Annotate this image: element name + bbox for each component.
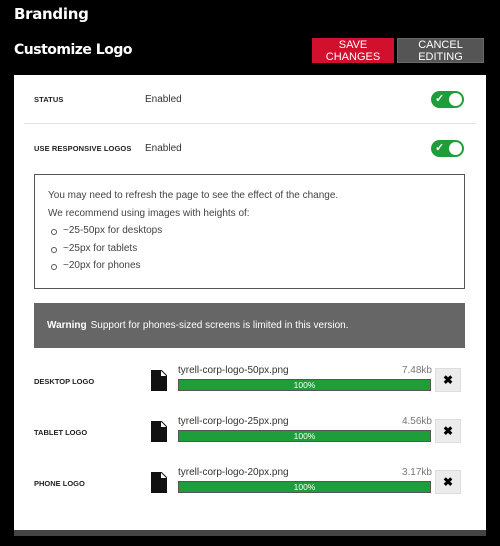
desktop-logo-progress: 100%: [178, 379, 431, 391]
close-icon: ✖: [442, 475, 454, 489]
file-icon: [151, 472, 167, 493]
save-changes-button[interactable]: SAVE CHANGES: [312, 38, 394, 63]
responsive-logos-toggle[interactable]: ✓: [431, 140, 464, 157]
desktop-logo-label: DESKTOP LOGO: [34, 377, 95, 386]
panel-bottom-edge: [14, 530, 486, 536]
warning-title: Warning: [47, 320, 87, 331]
file-icon: [151, 421, 167, 442]
info-line-recommend: We recommend using images with heights o…: [48, 207, 250, 219]
page-title: Branding: [14, 5, 89, 23]
phone-logo-filesize: 3.17kb: [401, 467, 432, 478]
responsive-logos-label: USE RESPONSIVE LOGOS: [34, 144, 132, 153]
toggle-knob: [449, 142, 462, 155]
status-toggle[interactable]: ✓: [431, 91, 464, 108]
desktop-logo-row: DESKTOP LOGO tyrell-corp-logo-50px.png 7…: [14, 365, 486, 400]
desktop-logo-filename: tyrell-corp-logo-50px.png: [178, 365, 289, 376]
list-item: ~25px for tablets: [48, 240, 451, 258]
section-title: Customize Logo: [14, 42, 132, 58]
divider: [24, 123, 476, 124]
status-value: Enabled: [145, 94, 182, 105]
info-line-refresh: You may need to refresh the page to see …: [48, 190, 339, 201]
tablet-logo-remove-button[interactable]: ✖: [435, 419, 461, 443]
phone-logo-label: PHONE LOGO: [34, 479, 85, 488]
list-item: ~25-50px for desktops: [48, 222, 451, 240]
recommendation-list: ~25-50px for desktops ~25px for tablets …: [48, 222, 451, 275]
tablet-logo-progress: 100%: [178, 430, 431, 442]
phone-logo-progress: 100%: [178, 481, 431, 493]
tablet-logo-filesize: 4.56kb: [401, 416, 432, 427]
tablet-logo-row: TABLET LOGO tyrell-corp-logo-25px.png 4.…: [14, 416, 486, 451]
phone-logo-filename: tyrell-corp-logo-20px.png: [178, 467, 289, 478]
file-icon: [151, 370, 167, 391]
tablet-logo-label: TABLET LOGO: [34, 428, 88, 437]
list-item: ~20px for phones: [48, 257, 451, 275]
close-icon: ✖: [442, 424, 454, 438]
info-box: You may need to refresh the page to see …: [34, 174, 465, 289]
status-label: STATUS: [34, 95, 64, 104]
close-icon: ✖: [442, 373, 454, 387]
tablet-logo-filename: tyrell-corp-logo-25px.png: [178, 416, 289, 427]
logo-settings-panel: STATUS Enabled ✓ USE RESPONSIVE LOGOS En…: [14, 75, 486, 530]
phone-logo-remove-button[interactable]: ✖: [435, 470, 461, 494]
check-icon: ✓: [435, 142, 445, 154]
warning-text: Support for phones-sized screens is limi…: [90, 320, 349, 331]
responsive-logos-value: Enabled: [145, 143, 182, 154]
phone-logo-row: PHONE LOGO tyrell-corp-logo-20px.png 3.1…: [14, 467, 486, 502]
cancel-editing-button[interactable]: CANCEL EDITING: [397, 38, 484, 63]
check-icon: ✓: [435, 93, 445, 105]
toggle-knob: [449, 93, 462, 106]
warning-banner: Warning Support for phones-sized screens…: [34, 303, 465, 348]
desktop-logo-remove-button[interactable]: ✖: [435, 368, 461, 392]
desktop-logo-filesize: 7.48kb: [401, 365, 432, 376]
